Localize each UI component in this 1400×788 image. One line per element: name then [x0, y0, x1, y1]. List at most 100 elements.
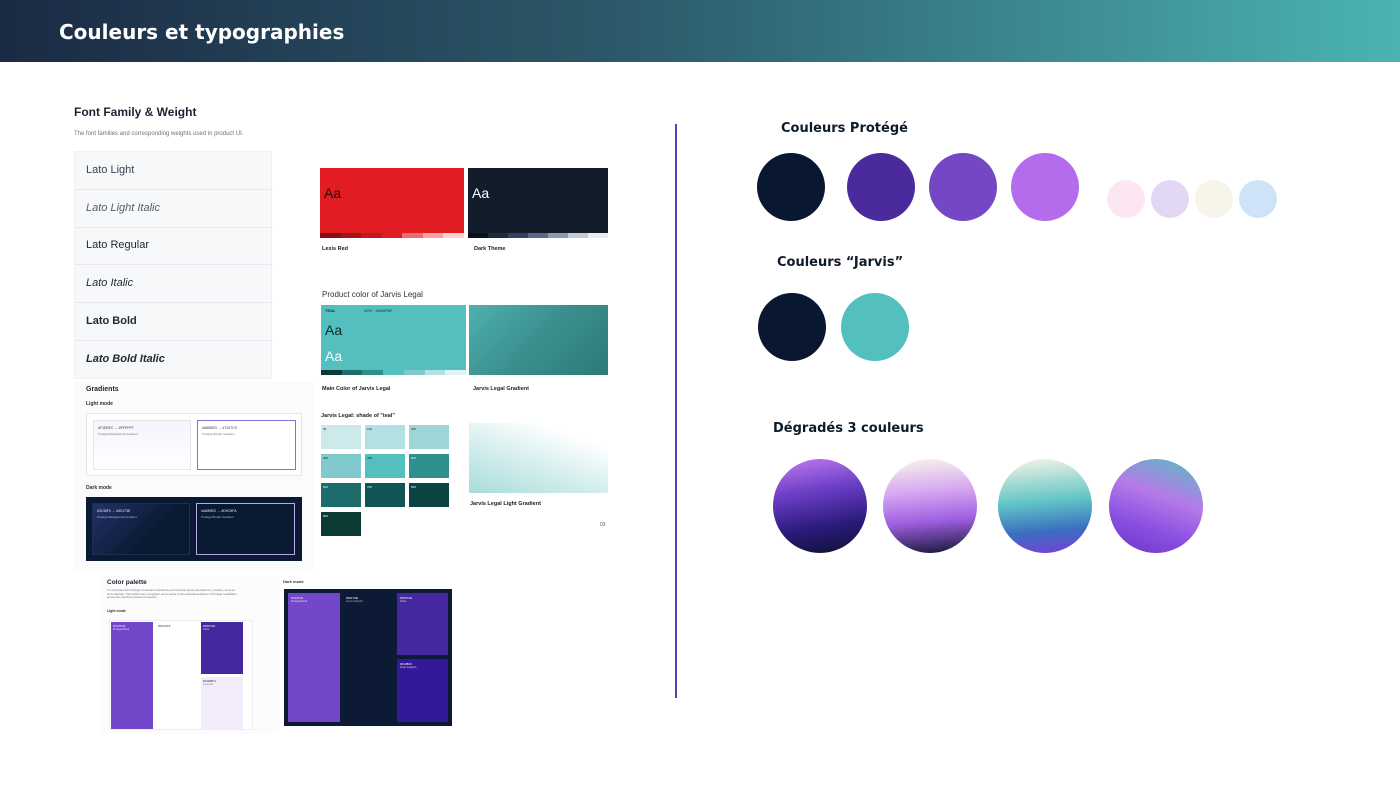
- teal-swatch: 50: [321, 425, 361, 449]
- color-palette-dark: Dark mode #7247C9 Protégé Brand #00173E …: [279, 576, 457, 734]
- teal-gradient-card: [469, 305, 608, 375]
- gradient-sub: Protégé Background Gradient: [97, 515, 137, 519]
- teal-light-gradient-card: [469, 423, 608, 493]
- main-color-caption: Main Color of Jarvis Legal: [322, 386, 391, 392]
- divider: [75, 227, 273, 228]
- page-title: Couleurs et typographies: [59, 20, 345, 44]
- teal-hex: 40% · #54BFBF: [364, 308, 393, 313]
- palette-swatch: #4527A0 Violet: [397, 593, 448, 655]
- palette-title: Color palette: [107, 579, 147, 586]
- vertical-divider: [675, 124, 677, 698]
- font-item: Lato Light: [86, 164, 135, 176]
- aa-sample: Aa: [324, 185, 342, 201]
- swatch-name: Violet: [203, 628, 210, 631]
- gradient-swatch: [773, 459, 867, 553]
- gradients-title: Gradients: [86, 386, 119, 393]
- dark-border-gradient: #A689ED → #D9C5FA Protégé Border Gradien…: [196, 503, 295, 555]
- light-mode-label: Light mode: [86, 401, 113, 407]
- light-mode-label: Light mode: [107, 609, 126, 613]
- color-palette-light: Color palette It is important that Proté…: [99, 576, 279, 734]
- gradient-hex: #A689ED → #D9C5FA: [201, 509, 237, 513]
- teal-swatch: 500: [409, 454, 449, 478]
- gradient-sub: Protégé Border Gradient: [201, 515, 234, 519]
- swatch-label: 700: [367, 485, 373, 489]
- swatch-name: Deep Sapphire: [400, 666, 417, 669]
- gradient-swatch: [998, 459, 1092, 553]
- dark-theme-caption: Dark Theme: [474, 246, 506, 252]
- page-number: 03: [600, 522, 606, 528]
- protege-tint-swatch: [1151, 180, 1189, 218]
- protege-color-swatch: [847, 153, 915, 221]
- teal-swatch: 200: [409, 425, 449, 449]
- jarvis-title: Couleurs “Jarvis”: [777, 255, 904, 270]
- header-bar: Couleurs et typographies: [0, 0, 1400, 62]
- swatch-label: 200: [411, 427, 417, 431]
- palette-swatch: #3138F0 Deep Sapphire: [397, 659, 448, 722]
- shades-title: Jarvis Legal: shade of "teal": [321, 413, 395, 419]
- protege-color-swatch: [757, 153, 825, 221]
- palette-description: It is important that Protégé is branded …: [107, 589, 237, 600]
- palette-swatch: #F1EBFC Lavender: [201, 677, 243, 729]
- lexis-red-caption: Lexis Red: [322, 246, 348, 252]
- swatch-label: 900: [323, 514, 329, 518]
- palette-light-grid: #7247C9 Protégé Brand #FFFFFF #4527A0 Vi…: [109, 620, 253, 730]
- teal-label: TEAL: [325, 308, 336, 313]
- font-item: Lato Light Italic: [86, 202, 160, 214]
- teal-swatch: 100: [365, 425, 405, 449]
- protege-color-swatch: [1011, 153, 1079, 221]
- light-border-gradient: #A689ED → #7247C9 Protégé Border Gradien…: [197, 420, 296, 470]
- dark-mode-label: Dark mode: [283, 579, 304, 584]
- teal-swatch: 400: [365, 454, 405, 478]
- light-mode-box: #F1EBFC → #FFFFFF Protégé Background Gra…: [86, 413, 302, 476]
- legal-gradient-caption: Jarvis Legal Gradient: [473, 386, 529, 392]
- swatch-label: 100: [367, 427, 373, 431]
- shade-strip: [321, 370, 466, 375]
- jarvis-color-swatch: [841, 293, 909, 361]
- palette-swatch: #7247C9 Protégé Brand: [288, 593, 340, 722]
- teal-swatch: 600: [321, 483, 361, 507]
- font-item: Lato Italic: [86, 277, 134, 289]
- protege-tint-swatch: [1107, 180, 1145, 218]
- font-family-title: Font Family & Weight: [74, 105, 197, 119]
- gradients3-title: Dégradés 3 couleurs: [773, 421, 924, 436]
- swatch-label: 400: [367, 456, 373, 460]
- font-item: Lato Regular: [86, 239, 149, 251]
- dark-theme-card: Aa: [468, 168, 608, 238]
- aa-sample: Aa: [325, 322, 343, 338]
- protege-color-swatch: [929, 153, 997, 221]
- product-color-title: Product color of Jarvis Legal: [322, 290, 423, 299]
- dark-mode-box: #3138F0 → #00173E Protégé Background Gra…: [86, 497, 302, 561]
- gradient-hex: #3138F0 → #00173E: [97, 509, 131, 513]
- palette-swatch: #FFFFFF: [156, 622, 198, 729]
- palette-swatch: #00173E Jarvis Midnight: [343, 593, 395, 722]
- swatch-name: Jarvis Midnight: [346, 600, 363, 603]
- lexis-red-card: Aa: [320, 168, 464, 238]
- dark-mode-label: Dark mode: [86, 485, 112, 491]
- swatch-label: 600: [323, 485, 329, 489]
- swatch-name: Violet: [400, 600, 407, 603]
- shade-strip: [320, 233, 464, 238]
- gradient-swatch: [883, 459, 977, 553]
- aa-sample: Aa: [472, 185, 490, 201]
- swatch-name: Protégé Brand: [291, 600, 308, 603]
- light-bg-gradient: #F1EBFC → #FFFFFF Protégé Background Gra…: [93, 420, 191, 470]
- teal-card: TEAL 40% · #54BFBF Aa Aa: [321, 305, 466, 375]
- gradients-panel: Gradients Light mode #F1EBFC → #FFFFFF P…: [74, 382, 314, 572]
- swatch-label: 300: [323, 456, 329, 460]
- font-family-subtitle: The font families and corresponding weig…: [74, 131, 244, 137]
- teal-swatch: 300: [321, 454, 361, 478]
- dark-bg-gradient: #3138F0 → #00173E Protégé Background Gra…: [92, 503, 190, 555]
- gradient-sub: Protégé Background Gradient: [98, 432, 138, 436]
- swatch-label: 500: [411, 456, 417, 460]
- gradient-swatch: [1109, 459, 1203, 553]
- palette-swatch: #7247C9 Protégé Brand: [111, 622, 153, 729]
- palette-dark-grid: #7247C9 Protégé Brand #00173E Jarvis Mid…: [284, 589, 452, 726]
- protege-tint-swatch: [1239, 180, 1277, 218]
- font-family-list: Lato Light Lato Light Italic Lato Regula…: [74, 151, 273, 379]
- divider: [75, 189, 273, 190]
- swatch-label: 800: [411, 485, 417, 489]
- light-gradient-caption: Jarvis Legal Light Gradient: [470, 501, 541, 507]
- divider: [75, 302, 273, 303]
- gradient-hex: #A689ED → #7247C9: [202, 426, 237, 430]
- protege-title: Couleurs Protégé: [781, 121, 908, 136]
